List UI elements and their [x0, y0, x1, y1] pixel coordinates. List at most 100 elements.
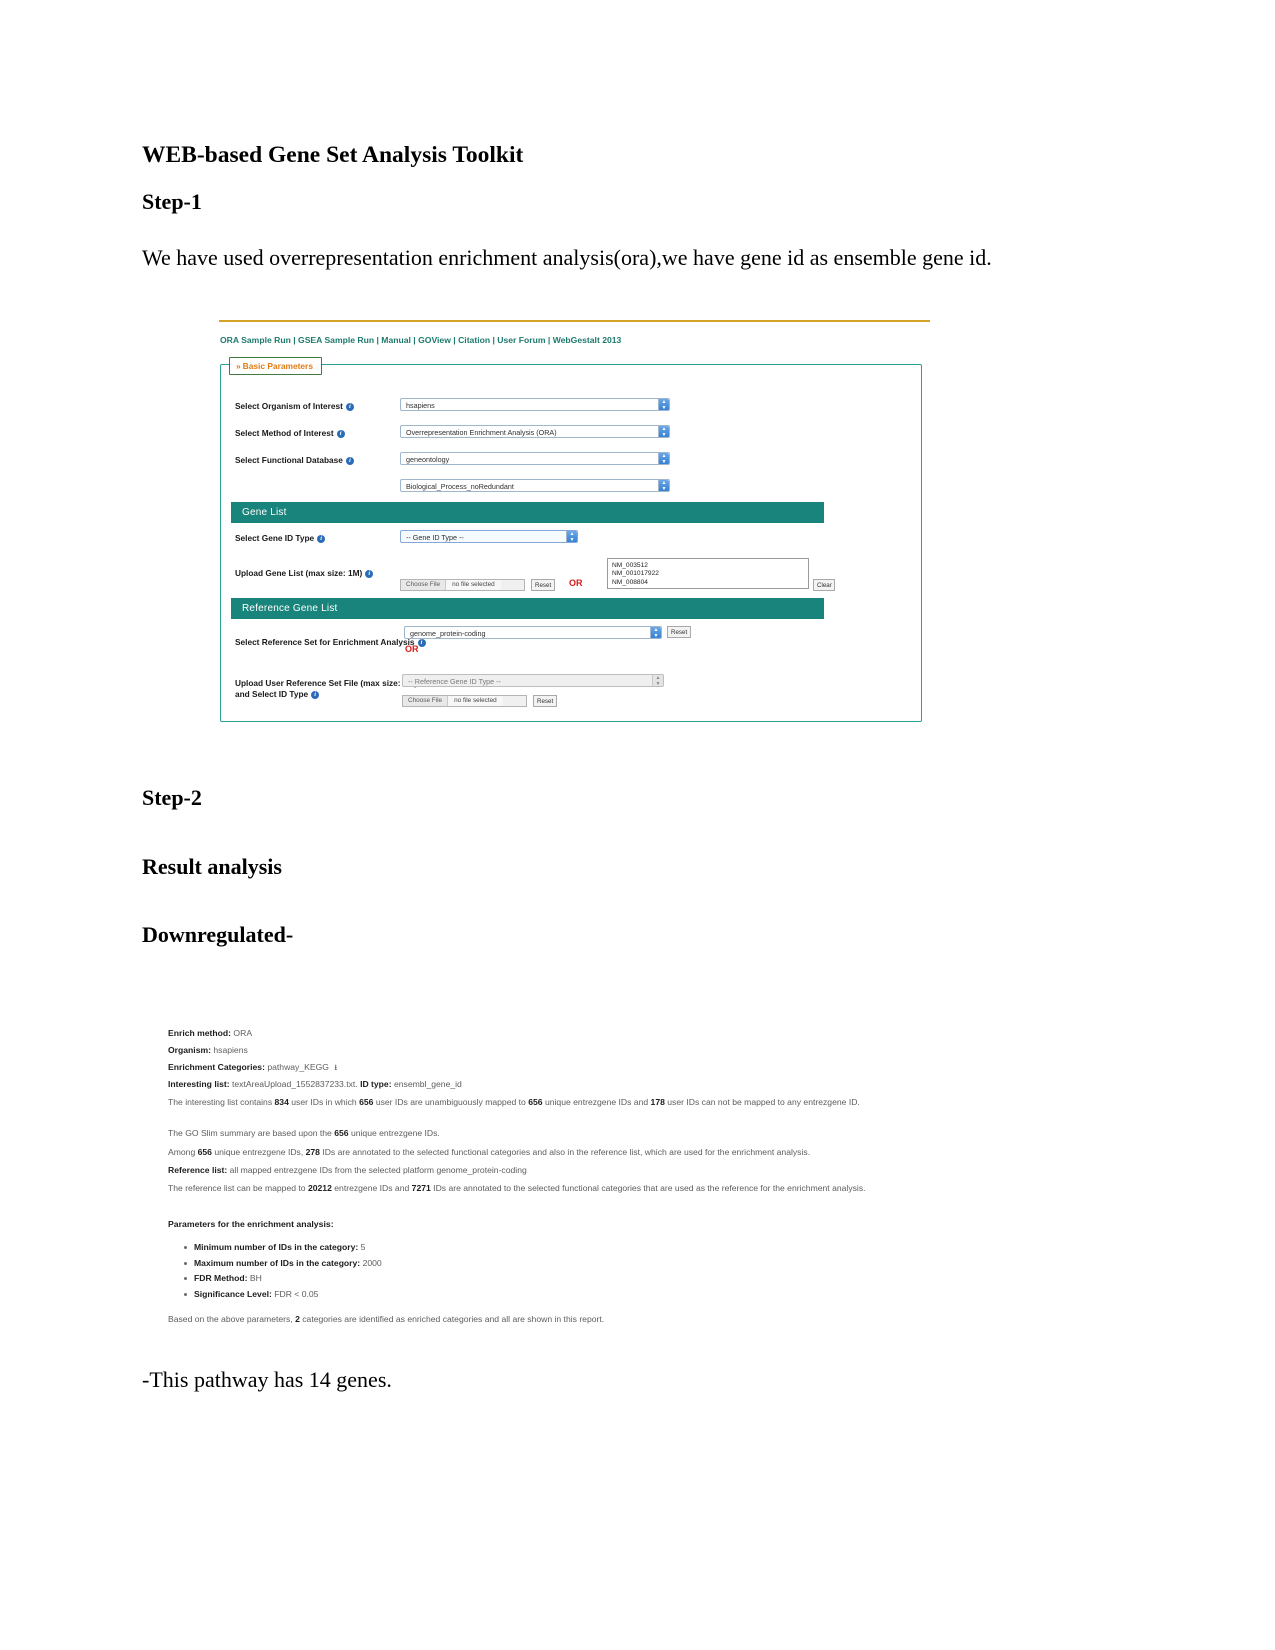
reference-or-label: OR: [405, 644, 419, 654]
interesting-list-label: Interesting list:: [168, 1079, 230, 1089]
select-method-of-interest[interactable]: Overrepresentation Enrichment Analysis (…: [400, 425, 670, 438]
label-upload-gene-list: Upload Gene List (max size: 1M) i: [235, 568, 374, 578]
basic-parameters-legend[interactable]: » Basic Parameters: [229, 357, 322, 375]
select-organism-of-interest[interactable]: hsapiens ▲ ▼: [400, 398, 670, 411]
select-reference-gene-id-type-value: -- Reference Gene ID Type --: [408, 677, 501, 686]
enrich-method-value: ORA: [233, 1028, 253, 1038]
select-reference-set-value: genome_protein-coding: [410, 629, 486, 638]
gene-list-clear-button[interactable]: Clear: [813, 579, 835, 591]
select-functional-database[interactable]: geneontology ▲ ▼: [400, 452, 670, 465]
parameters-heading: Parameters for the enrichment analysis:: [168, 1219, 334, 1229]
gene-id-line: NM_001017922: [612, 570, 659, 578]
result-summary-screenshot: Enrich method: ORA Organism: hsapiens En…: [168, 1022, 958, 1352]
select-functional-database-value: geneontology: [406, 455, 450, 464]
label-select-gene-id-type: Select Gene ID Type i: [235, 533, 326, 543]
select-sub-ontology[interactable]: Biological_Process_noRedundant ▲ ▼: [400, 479, 670, 492]
nav-link-gsea-sample-run[interactable]: GSEA Sample Run: [298, 335, 374, 345]
info-icon[interactable]: i: [345, 456, 354, 465]
gene-id-line: NM_008804: [612, 578, 648, 586]
organism-label: Organism:: [168, 1045, 211, 1055]
list-item: Maximum number of IDs in the category: 2…: [180, 1256, 780, 1272]
nav-separator: |: [376, 335, 379, 345]
interesting-list-value: textAreaUpload_1552837233.txt.: [232, 1079, 358, 1089]
mapping-summary-paragraph: The interesting list contains 834 user I…: [168, 1097, 860, 1107]
reference-list-label: Reference list:: [168, 1165, 228, 1175]
nav-separator: |: [413, 335, 416, 345]
select-reference-set[interactable]: genome_protein-coding ▲ ▼: [404, 626, 662, 639]
gene-list-or-label: OR: [569, 578, 583, 588]
param-label: Maximum number of IDs in the category:: [194, 1257, 361, 1268]
download-icon[interactable]: ⭳: [334, 1062, 337, 1073]
gene-list-textarea[interactable]: NM_003512 NM_001017922 NM_008804: [607, 558, 809, 589]
annotated-ids-paragraph: Among 656 unique entrezgene IDs, 278 IDs…: [168, 1147, 811, 1157]
nav-link-citation[interactable]: Citation: [458, 335, 490, 345]
spinner-arrows-icon[interactable]: ▲ ▼: [652, 675, 663, 686]
interesting-list-line: Interesting list: textAreaUpload_1552837…: [168, 1079, 462, 1090]
spinner-arrows-icon[interactable]: ▲ ▼: [650, 627, 661, 638]
result-analysis-heading: Result analysis: [142, 854, 282, 879]
info-icon[interactable]: i: [365, 569, 374, 578]
document-page: WEB-based Gene Set Analysis Toolkit Step…: [0, 0, 1275, 1650]
enrich-method-label: Enrich method:: [168, 1028, 232, 1038]
reference-gene-list-section-header: Reference Gene List: [231, 598, 824, 619]
spinner-arrows-icon[interactable]: ▲ ▼: [658, 480, 669, 491]
param-label: Minimum number of IDs in the category:: [194, 1242, 359, 1252]
reference-list-line: Reference list: all mapped entrezgene ID…: [168, 1165, 527, 1176]
label-select-reference-set: Select Reference Set for Enrichment Anal…: [235, 637, 426, 647]
select-reference-gene-id-type[interactable]: -- Reference Gene ID Type -- ▲ ▼: [402, 674, 664, 687]
nav-separator: |: [453, 335, 456, 345]
chevron-right-icon: »: [236, 361, 241, 371]
info-icon[interactable]: i: [336, 429, 345, 438]
gene-list-reset-button[interactable]: Reset: [531, 579, 555, 591]
nav-link-manual[interactable]: Manual: [381, 335, 411, 345]
gene-list-section-header: Gene List: [231, 502, 824, 523]
reference-file-input[interactable]: Choose File no file selected: [402, 695, 527, 707]
select-gene-id-type[interactable]: -- Gene ID Type -- ▲ ▼: [400, 530, 578, 543]
no-file-selected-text: no file selected: [448, 696, 503, 706]
gene-list-file-input[interactable]: Choose File no file selected: [400, 579, 525, 591]
parameters-list: Minimum number of IDs in the category: 5…: [180, 1240, 780, 1302]
spinner-arrows-icon[interactable]: ▲ ▼: [658, 399, 669, 410]
conclusion-paragraph: Based on the above parameters, 2 categor…: [168, 1314, 605, 1324]
nav-link-webgestalt-2013[interactable]: WebGestalt 2013: [553, 335, 622, 345]
page-title: WEB-based Gene Set Analysis Toolkit: [142, 142, 524, 168]
organism-value: hsapiens: [213, 1045, 248, 1055]
info-icon[interactable]: i: [317, 534, 326, 543]
nav-separator: |: [293, 335, 296, 345]
id-type-value: ensembl_gene_id: [393, 1079, 462, 1089]
step2-heading: Step-2: [142, 785, 202, 810]
param-value: 2000: [362, 1257, 382, 1268]
nav-link-user-forum[interactable]: User Forum: [497, 335, 545, 345]
go-slim-paragraph: The GO Slim summary are based upon the 6…: [168, 1128, 440, 1138]
intro-paragraph: We have used overrepresentation enrichme…: [142, 245, 992, 270]
info-icon[interactable]: i: [345, 402, 354, 411]
pathway-gene-count-note: -This pathway has 14 genes.: [142, 1367, 392, 1392]
param-label: FDR Method:: [194, 1273, 248, 1283]
enrichment-categories-label: Enrichment Categories:: [168, 1062, 265, 1072]
spinner-arrows-icon[interactable]: ▲ ▼: [658, 453, 669, 464]
reference-file-reset-button[interactable]: Reset: [533, 695, 557, 707]
info-icon[interactable]: i: [311, 690, 320, 699]
step1-heading: Step-1: [142, 189, 202, 214]
spinner-arrows-icon[interactable]: ▲ ▼: [566, 531, 577, 542]
nav-separator: |: [492, 335, 495, 345]
select-method-value: Overrepresentation Enrichment Analysis (…: [406, 428, 557, 437]
label-upload-reference-set: Upload User Reference Set File (max size…: [235, 678, 418, 699]
list-item: FDR Method: BH: [180, 1271, 780, 1287]
choose-file-button[interactable]: Choose File: [403, 696, 449, 706]
nav-link-goview[interactable]: GOView: [418, 335, 451, 345]
enrich-method-line: Enrich method: ORA: [168, 1028, 252, 1039]
enrichment-categories-line: Enrichment Categories: pathway_KEGG ⭳: [168, 1062, 337, 1073]
nav-link-ora-sample-run[interactable]: ORA Sample Run: [220, 335, 291, 345]
reference-set-reset-button[interactable]: Reset: [667, 626, 691, 638]
select-organism-value: hsapiens: [406, 401, 435, 410]
select-sub-ontology-value: Biological_Process_noRedundant: [406, 482, 514, 491]
param-value: BH: [249, 1273, 262, 1283]
param-label: Significance Level:: [194, 1288, 272, 1299]
downregulated-heading: Downregulated-: [142, 922, 294, 947]
legend-label: Basic Parameters: [242, 361, 313, 371]
spinner-arrows-icon[interactable]: ▲ ▼: [658, 426, 669, 437]
list-item: Significance Level: FDR < 0.05: [180, 1287, 780, 1303]
webgestalt-form-screenshot: ORA Sample Run | GSEA Sample Run | Manua…: [219, 312, 930, 727]
choose-file-button[interactable]: Choose File: [401, 580, 447, 590]
